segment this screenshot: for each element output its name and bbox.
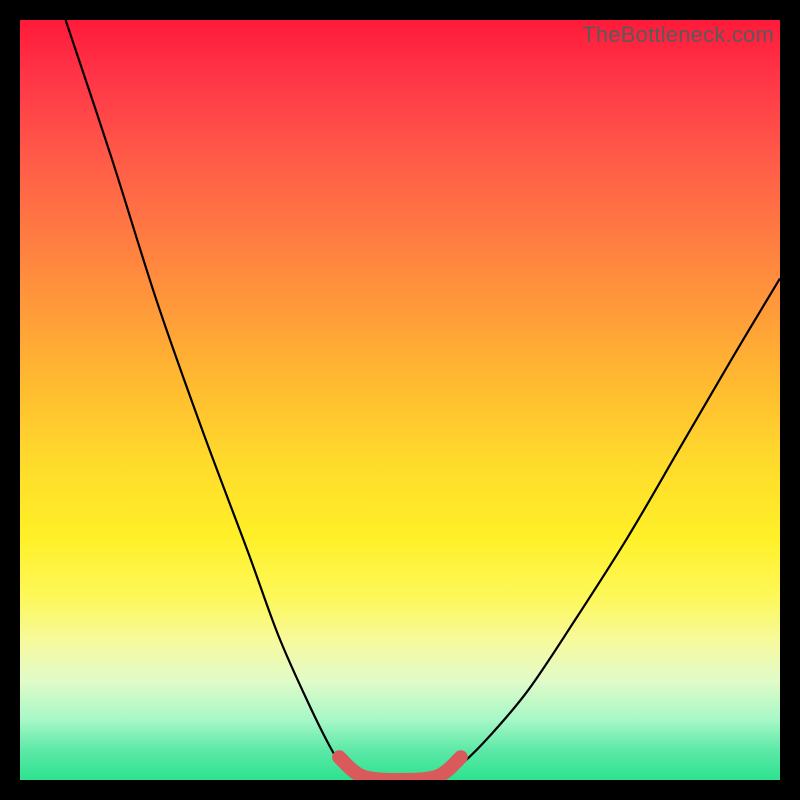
plot-area: TheBottleneck.com <box>20 20 780 780</box>
optimal-zone <box>339 757 461 780</box>
right-curve <box>438 278 780 780</box>
chart-svg <box>20 20 780 780</box>
left-curve <box>66 20 362 780</box>
chart-frame: TheBottleneck.com <box>0 0 800 800</box>
